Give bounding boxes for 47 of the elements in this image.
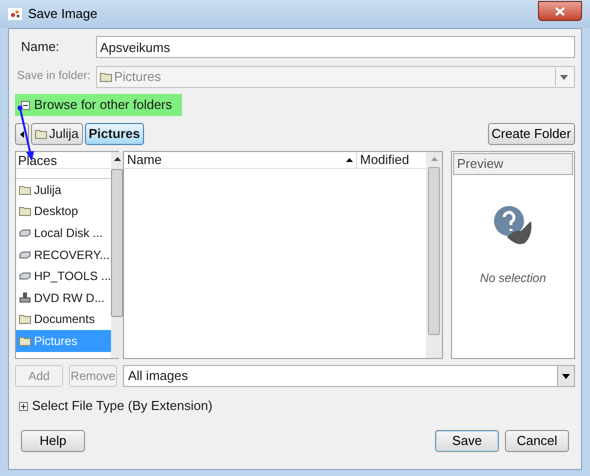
- preview-header: Preview: [453, 153, 573, 175]
- scroll-up-icon[interactable]: [114, 157, 121, 161]
- place-item[interactable]: Desktop: [16, 200, 112, 222]
- dialog-button[interactable]: Cancel: [505, 430, 569, 452]
- scrollbar[interactable]: [111, 152, 124, 358]
- folder-icon: [19, 206, 31, 216]
- caret-icon: [20, 130, 24, 138]
- path-button[interactable]: Julija: [31, 123, 83, 145]
- drive-icon: [19, 272, 31, 280]
- browse-expander[interactable]: Browse for other folders: [15, 94, 182, 116]
- create-folder-button[interactable]: Create Folder: [488, 123, 575, 145]
- file-type-expander[interactable]: Select File Type (By Extension): [32, 396, 212, 416]
- drive-icon: [19, 250, 31, 259]
- path-button[interactable]: Pictures: [84, 123, 144, 145]
- close-icon: [555, 6, 565, 16]
- place-item[interactable]: HP_TOOLS ...: [16, 265, 112, 287]
- place-item[interactable]: Documents: [16, 308, 112, 330]
- window-title: Save Image: [28, 5, 98, 24]
- column-header[interactable]: Name: [124, 152, 346, 168]
- folder-icon: [19, 336, 31, 346]
- sort-arrow-icon: [346, 158, 353, 162]
- filter-value: All images: [128, 367, 188, 386]
- place-item[interactable]: RECOVERY...: [16, 244, 112, 266]
- dropdown-arrow-icon: [555, 68, 571, 86]
- disc-drive-icon: [19, 292, 31, 304]
- folder-icon: [100, 72, 112, 82]
- filter-dropdown[interactable]: All images: [123, 365, 575, 387]
- place-item[interactable]: Julija: [16, 179, 112, 201]
- save-in-folder-label: Save in folder:: [16, 69, 92, 84]
- app-icon: [8, 8, 22, 20]
- collapse-icon[interactable]: [21, 100, 30, 110]
- expand-icon[interactable]: [19, 402, 28, 410]
- folder-icon: [19, 314, 31, 324]
- folder-value: Pictures: [114, 68, 161, 86]
- browse-label: Browse for other folders: [34, 96, 172, 114]
- name-field[interactable]: Apsveikums: [96, 36, 575, 58]
- scrollbar[interactable]: [426, 152, 442, 358]
- dialog-button[interactable]: Help: [21, 430, 85, 452]
- no-selection-text: No selection: [480, 270, 546, 287]
- close-button[interactable]: [538, 1, 582, 21]
- place-item[interactable]: Local Disk ...: [16, 222, 112, 244]
- dialog-button[interactable]: Save: [435, 430, 499, 452]
- folder-icon: [35, 129, 47, 139]
- place-item[interactable]: DVD RW D...: [16, 286, 112, 309]
- name-label: Name:: [20, 38, 60, 56]
- drive-icon: [19, 228, 31, 237]
- folder-icon: [19, 184, 31, 195]
